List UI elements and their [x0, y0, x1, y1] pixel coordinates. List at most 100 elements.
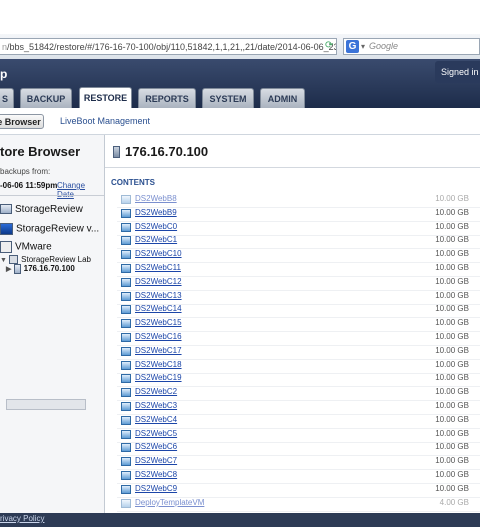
item-name-link[interactable]: DS2WebC10	[135, 249, 182, 258]
list-item[interactable]: DS2WebC15 10.00 GB	[117, 317, 480, 333]
tab-backup[interactable]: BACKUP	[20, 88, 72, 108]
host-icon	[13, 264, 21, 274]
list-item[interactable]: DS2WebC17 10.00 GB	[117, 345, 480, 360]
tree-item-vmware[interactable]: VMware	[0, 241, 52, 253]
url-path: /bbs_51842/restore/#/176-16-70-100/obj/1…	[7, 42, 337, 52]
list-item[interactable]: DS2WebC7 10.00 GB	[117, 455, 480, 471]
item-name-link[interactable]: DS2WebB8	[135, 194, 177, 203]
tree-item-host[interactable]: ▶ 176.16.70.100	[6, 264, 75, 274]
vm-disk-icon	[121, 208, 131, 218]
item-size: 10.00 GB	[435, 221, 469, 231]
item-name-link[interactable]: DS2WebC15	[135, 318, 182, 327]
vm-icon	[0, 241, 12, 253]
item-size: 10.00 GB	[435, 483, 469, 493]
vm-disk-icon	[121, 484, 131, 494]
list-item[interactable]: DS2WebC6 10.00 GB	[117, 441, 480, 457]
item-name-link[interactable]: DS2WebC19	[135, 373, 182, 382]
list-item[interactable]: DS2WebC13 10.00 GB	[117, 290, 480, 305]
list-item[interactable]: DS2WebC19 10.00 GB	[117, 372, 480, 388]
item-name-link[interactable]: DS2WebC7	[135, 456, 177, 465]
change-date-link[interactable]: Change Date	[57, 181, 104, 199]
tree-item-label: StorageReview v...	[16, 223, 100, 235]
tree-item-storagereview-lab[interactable]: ▼ StorageReview Lab	[0, 255, 91, 265]
tab-reports[interactable]: REPORTS	[138, 88, 196, 108]
vm-disk-icon	[121, 360, 131, 370]
list-item[interactable]: DS2WebB8 10.00 GB	[117, 193, 480, 208]
item-name-link[interactable]: DS2WebC12	[135, 277, 182, 286]
list-item[interactable]: DS2WebC8 10.00 GB	[117, 469, 480, 484]
tree-item-label: StorageReview Lab	[21, 255, 91, 264]
chevron-down-icon[interactable]: ▾	[361, 39, 365, 54]
list-item[interactable]: DS2WebC3 10.00 GB	[117, 400, 480, 415]
tab-admin[interactable]: ADMIN	[260, 88, 305, 108]
item-size: 10.00 GB	[435, 207, 469, 217]
item-name-link[interactable]: DS2WebC0	[135, 222, 177, 231]
tree-item-label: StorageReview	[15, 204, 83, 215]
list-item[interactable]: DS2WebC5 10.00 GB	[117, 428, 480, 443]
item-name-link[interactable]: DS2WebC13	[135, 291, 182, 300]
item-size: 10.00 GB	[435, 470, 469, 479]
item-name-link[interactable]: DS2WebB9	[135, 208, 177, 217]
search-box[interactable]: G ▾ Google	[343, 38, 480, 55]
item-name-link[interactable]: DS2WebC8	[135, 470, 177, 479]
item-name-link[interactable]: DeployTemplateVM	[135, 498, 204, 507]
liveboot-management-link[interactable]: LiveBoot Management	[60, 116, 150, 126]
tree-item-storagereview[interactable]: StorageReview	[0, 204, 83, 215]
host-icon	[113, 146, 120, 158]
item-size: 10.00 GB	[435, 249, 469, 259]
vm-disk-icon	[121, 195, 131, 204]
item-name-link[interactable]: DS2WebC16	[135, 332, 182, 341]
item-size: 10.00 GB	[435, 235, 469, 245]
item-name-link[interactable]: DS2WebC5	[135, 429, 177, 438]
tree-item-label: 176.16.70.100	[23, 264, 75, 274]
tab-restore[interactable]: RESTORE	[79, 87, 132, 109]
list-item[interactable]: DS2WebC18 10.00 GB	[117, 359, 480, 374]
server-icon	[0, 204, 12, 215]
tree-selection-highlight	[6, 399, 86, 410]
item-name-link[interactable]: DS2WebC4	[135, 415, 177, 424]
vm-disk-icon	[121, 277, 131, 287]
item-name-link[interactable]: DS2WebC11	[135, 263, 181, 272]
privacy-policy-link[interactable]: rivacy Policy	[0, 514, 44, 523]
tab-partial[interactable]: S	[0, 88, 14, 108]
item-name-link[interactable]: DS2WebC2	[135, 387, 177, 396]
address-bar[interactable]: n/bbs_51842/restore/#/176-16-70-100/obj/…	[0, 38, 337, 55]
vm-disk-icon	[121, 402, 131, 411]
list-item[interactable]: DS2WebC10 10.00 GB	[117, 248, 480, 264]
list-item[interactable]: DeployTemplateVM 4.00 GB	[117, 497, 480, 512]
list-item[interactable]: DS2WebC2 10.00 GB	[117, 386, 480, 402]
vm-disk-icon	[121, 250, 131, 260]
panel-title: tore Browser	[0, 144, 81, 159]
vm-disk-icon	[121, 236, 131, 246]
collapse-triangle-icon[interactable]: ▶	[6, 266, 11, 273]
list-item[interactable]: DS2WebB9 10.00 GB	[117, 207, 480, 222]
item-name-link[interactable]: DS2WebC9	[135, 484, 177, 493]
item-name-link[interactable]: DS2WebC1	[135, 235, 177, 244]
item-size: 10.00 GB	[435, 401, 469, 410]
expand-triangle-icon[interactable]: ▼	[0, 257, 7, 264]
item-size: 10.00 GB	[435, 276, 469, 286]
item-size: 10.00 GB	[435, 414, 469, 424]
list-item[interactable]: DS2WebC9 10.00 GB	[117, 483, 480, 498]
list-item[interactable]: DS2WebC1 10.00 GB	[117, 234, 480, 250]
item-name-link[interactable]: DS2WebC18	[135, 360, 182, 369]
list-item[interactable]: DS2WebC12 10.00 GB	[117, 276, 480, 291]
vm-disk-icon	[121, 264, 131, 273]
list-item[interactable]: DS2WebC11 10.00 GB	[117, 262, 480, 277]
restore-browser-button[interactable]: e Browser	[0, 114, 44, 129]
tab-system[interactable]: SYSTEM	[202, 88, 254, 108]
item-name-link[interactable]: DS2WebC17	[135, 346, 182, 355]
list-item[interactable]: DS2WebC4 10.00 GB	[117, 414, 480, 429]
tree-item-storagereview-v[interactable]: StorageReview v...	[0, 223, 99, 235]
item-name-link[interactable]: DS2WebC14	[135, 304, 182, 313]
item-size: 10.00 GB	[435, 373, 469, 383]
item-name-link[interactable]: DS2WebC6	[135, 442, 177, 451]
refresh-icon[interactable]: ⟳	[325, 40, 335, 52]
google-icon[interactable]: G	[346, 40, 359, 53]
list-item[interactable]: DS2WebC0 10.00 GB	[117, 221, 480, 236]
list-item[interactable]: DS2WebC14 10.00 GB	[117, 303, 480, 319]
item-name-link[interactable]: DS2WebC3	[135, 401, 177, 410]
vm-disk-icon	[121, 305, 131, 315]
list-item[interactable]: DS2WebC16 10.00 GB	[117, 331, 480, 346]
signed-in-label[interactable]: Signed in as	[435, 61, 480, 83]
